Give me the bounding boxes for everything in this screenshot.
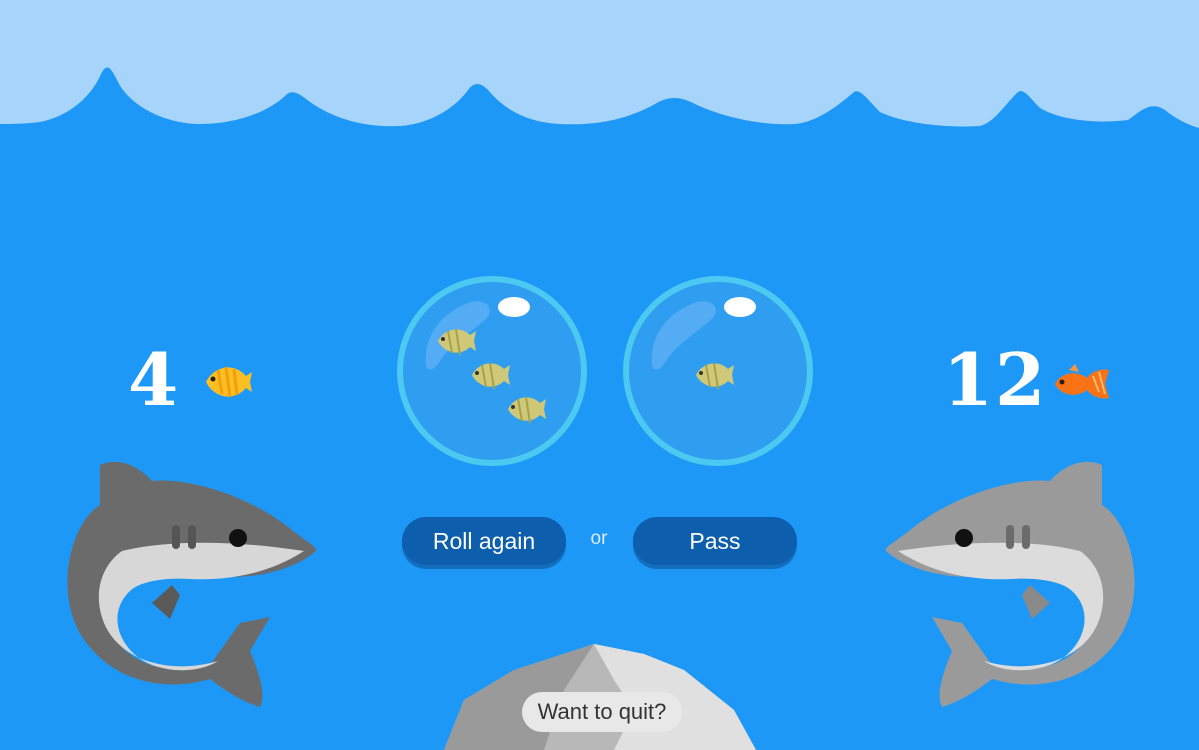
goldfish-orange-icon: [1055, 364, 1109, 399]
game-scene: 4 12 Roll again or Pass Want to quit?: [0, 0, 1199, 750]
left-shark: [67, 461, 317, 707]
pass-button[interactable]: Pass: [633, 517, 797, 565]
dice-bubble-right: [623, 276, 813, 466]
left-score-value: 4: [128, 337, 181, 422]
or-label: or: [590, 528, 608, 549]
ocean-surface-waves: [0, 0, 1199, 128]
roll-again-button[interactable]: Roll again: [402, 517, 566, 565]
left-player-score: 4: [128, 340, 268, 430]
right-shark: [885, 461, 1135, 707]
right-score-value: 12: [943, 337, 1048, 422]
dice-bubble-left: [397, 276, 587, 466]
quit-button[interactable]: Want to quit?: [522, 692, 682, 732]
right-player-score: 12: [943, 340, 1123, 430]
tropical-fish-yellow-icon: [206, 366, 252, 398]
